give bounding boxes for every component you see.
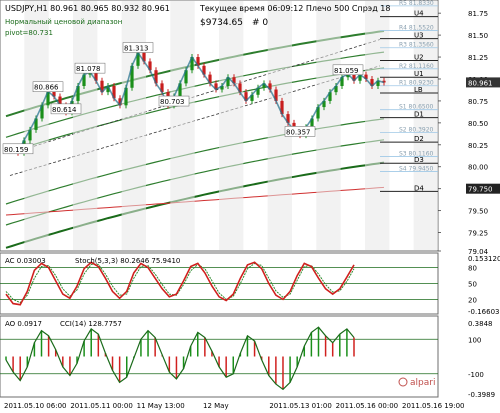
price-tag: 80.703	[160, 98, 185, 106]
ac-tick-label: 80	[468, 265, 477, 273]
watermark: alpari	[410, 378, 435, 388]
ao-cci-panel: AO 0.0917 CCI(14) 128.7757 alpari	[0, 315, 439, 398]
ao-tick-label: -0.3989	[468, 391, 495, 399]
price-tag: 80.866	[34, 84, 59, 92]
pivot-label: R2 81.1160	[399, 63, 434, 70]
x-tick-label: 2011.05.13 01:00	[269, 402, 331, 410]
price-tick-label: 81.25	[468, 54, 488, 62]
stoch-label: Stoch(5,3,3) 80.2646 75.9410	[75, 257, 180, 265]
server-time: Текущее время 06:09:12 Плечо 500 Спрэд 1…	[199, 4, 390, 13]
ac-tick-label: -0.166030	[468, 308, 500, 316]
price-tag: 81.313	[124, 45, 149, 53]
price-tick-label: 80.50	[468, 120, 488, 128]
highlight-price-label: 79.750	[468, 186, 493, 194]
pivot-label: U2	[414, 54, 424, 62]
ac-stoch-panel: AC 0.03003 Stoch(5,3,3) 80.2646 75.9410	[0, 252, 439, 315]
chart-title: USDJPY,H1 80.961 80.965 80.932 80.961	[5, 4, 170, 13]
session-stripe	[316, 1, 341, 250]
x-tick-label: 12 May	[203, 402, 229, 410]
price-tick-label: 80.25	[468, 142, 488, 150]
price-tag: 80.614	[52, 106, 77, 114]
price-tick-label: 80.75	[468, 98, 488, 106]
price-tag: 81.078	[76, 65, 101, 73]
ac-label: AC 0.03003	[5, 257, 46, 265]
ao-tick-label: 0.3848	[468, 320, 493, 328]
pivot-label: R3 81.3560	[399, 42, 434, 49]
pivot-label: D3	[414, 156, 424, 164]
pivot-label: S2 80.3920	[399, 126, 434, 133]
x-tick-label: 2011.05.11 00:00	[70, 402, 132, 410]
price-tick-label: 81.50	[468, 32, 488, 40]
range-label: Нормальный ценовой диапазон	[5, 18, 122, 26]
price-tag: 80.357	[286, 128, 311, 136]
session-stripe	[121, 1, 146, 250]
x-tick-label: 2011.05.10 06:00	[4, 402, 66, 410]
forex-chart: R5 81.8330 U4 R4 81.5520U3 R3 81.3560 U2R2 8…	[0, 0, 500, 413]
pivot-label: R4 81.5520	[399, 25, 434, 32]
pivot-label: U4	[414, 10, 424, 18]
price-tag: 80.159	[4, 146, 29, 154]
pivot-label: U1	[414, 70, 424, 78]
pivot-label: U3	[414, 32, 424, 40]
vertical-grid	[24, 1, 438, 250]
ao-tick-label: -100	[468, 371, 484, 379]
ac-tick-label: 50	[468, 281, 477, 289]
price-panel: R5 81.8330 U4 R4 81.5520U3 R3 81.3560 U2R2 8…	[0, 0, 439, 252]
order-count: # 0	[252, 18, 268, 28]
pivot-label: pivot=80.731	[5, 29, 53, 37]
price-tick-label: 81.75	[468, 10, 488, 18]
x-tick-label: 2011.05.16 19:00	[402, 402, 464, 410]
pivot-label: S4 79.9450	[399, 166, 434, 173]
balance: $9734.65	[200, 18, 243, 28]
pivot-label: D2	[414, 135, 424, 143]
cci-label: CCI(14) 128.7757	[60, 320, 122, 328]
price-tick-label: 80.00	[468, 164, 488, 172]
ao-tick-label: 100	[468, 336, 481, 344]
price-tick-label: 79.50	[468, 208, 488, 216]
ac-tick-label: 0.153120	[468, 255, 500, 263]
x-tick-label: 11 May 13:00	[137, 402, 185, 410]
pivot-label: D4	[414, 184, 424, 192]
current-price-label: 80.961	[468, 79, 493, 87]
price-tick-label: 79.25	[468, 230, 488, 238]
pivot-label: LB	[414, 86, 423, 94]
session-stripe	[170, 1, 195, 250]
pivot-label: R5 81.8330	[399, 0, 434, 7]
x-tick-label: 2011.05.16 00:00	[336, 402, 398, 410]
session-stripe	[219, 1, 244, 250]
ao-label: AO 0.0917	[5, 320, 42, 328]
ac-tick-label: 20	[468, 296, 477, 304]
pivot-label: D1	[414, 111, 424, 119]
price-tag: 81.059	[334, 67, 359, 75]
session-stripe	[73, 1, 98, 250]
